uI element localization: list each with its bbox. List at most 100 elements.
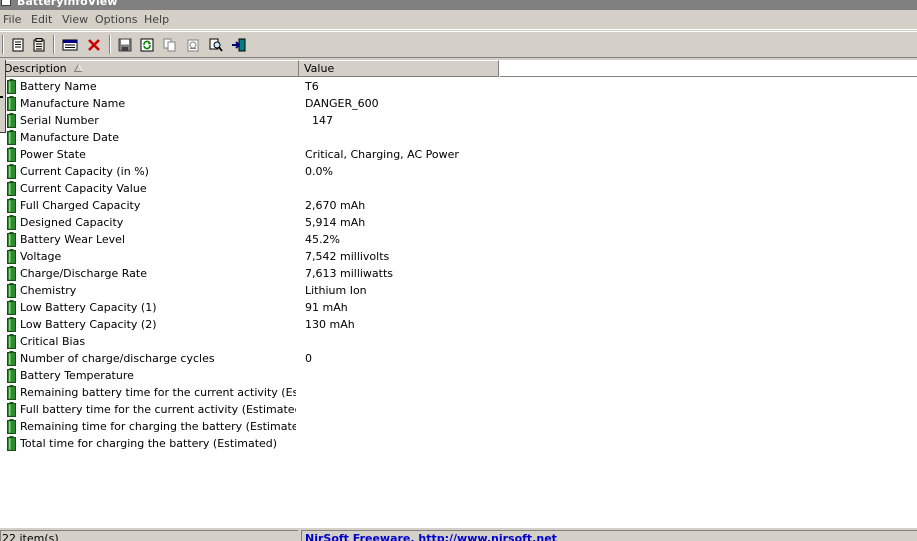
row-description: Low Battery Capacity (2) [20, 318, 157, 331]
row-description: Full battery time for the current activi… [20, 403, 296, 416]
report-icon[interactable] [29, 35, 49, 55]
row-description: Battery Wear Level [20, 233, 126, 246]
status-nirsoft-link[interactable]: NirSoft Freeware. http://www.nirsoft.net [301, 530, 917, 541]
battery-icon [7, 317, 16, 332]
row-value: DANGER_600 [305, 97, 379, 110]
battery-icon [7, 436, 16, 451]
toolbar-separator [53, 35, 55, 54]
menu-options[interactable]: Options [95, 13, 137, 27]
row-description: Remaining battery time for the current a… [20, 386, 296, 399]
list-item[interactable]: Voltage 7,542 millivolts [0, 248, 917, 265]
menu-help[interactable]: Help [144, 13, 169, 27]
column-header-description[interactable]: Description [0, 60, 299, 77]
row-value: 2,670 mAh [305, 199, 366, 212]
battery-icon [7, 385, 16, 400]
copy-icon[interactable] [160, 35, 180, 55]
list-item[interactable]: Critical Bias [0, 333, 917, 350]
save-icon[interactable] [115, 35, 135, 55]
list-item[interactable]: Current Capacity (in %) 0.0% [0, 163, 917, 180]
battery-icon [7, 300, 16, 315]
battery-icon [7, 283, 16, 298]
list-rows: Battery Name T6 Manufacture Name DANGER_600… [0, 78, 917, 452]
title-bar: BatteryInfoView [0, 0, 917, 10]
battery-icon [7, 113, 16, 128]
list-item[interactable]: Number of charge/discharge cycles 0 [0, 350, 917, 367]
list-item[interactable]: Full Charged Capacity 2,670 mAh [0, 197, 917, 214]
row-value: T6 [305, 80, 319, 93]
menu-edit[interactable]: Edit [31, 13, 52, 27]
list-item[interactable]: Remaining battery time for the current a… [0, 384, 917, 401]
delete-icon[interactable] [84, 35, 104, 55]
list-item[interactable]: Battery Name T6 [0, 78, 917, 95]
row-description: Designed Capacity [20, 216, 124, 229]
list-item[interactable]: Low Battery Capacity (1) 91 mAh [0, 299, 917, 316]
list-item[interactable]: Remaining time for charging the battery … [0, 418, 917, 435]
menu-view[interactable]: View [62, 13, 88, 27]
row-description: Critical Bias [20, 335, 86, 348]
menu-bar: File Edit View Options Help [0, 10, 917, 30]
list-item[interactable]: Manufacture Date [0, 129, 917, 146]
row-description: Total time for charging the battery (Est… [20, 437, 278, 450]
window-icon[interactable] [60, 35, 80, 55]
row-description: Battery Temperature [20, 369, 134, 382]
list-item[interactable]: Current Capacity Value [0, 180, 917, 197]
column-header-value[interactable]: Value [299, 60, 499, 77]
toolbar-separator [2, 35, 4, 54]
list-item[interactable]: Designed Capacity 5,914 mAh [0, 214, 917, 231]
row-description: Full Charged Capacity [20, 199, 141, 212]
battery-icon [7, 215, 16, 230]
row-description: Power State [20, 148, 86, 161]
status-bar: 22 item(s) NirSoft Freeware. http://www.… [0, 527, 917, 541]
refresh-icon[interactable] [137, 35, 157, 55]
row-description: Manufacture Date [20, 131, 119, 144]
row-description: Battery Name [20, 80, 97, 93]
list-item[interactable]: Battery Wear Level 45.2% [0, 231, 917, 248]
battery-icon [7, 232, 16, 247]
row-value: 147 [305, 114, 333, 127]
list-item[interactable]: Battery Temperature [0, 367, 917, 384]
battery-icon [7, 368, 16, 383]
list-item[interactable]: Total time for charging the battery (Est… [0, 435, 917, 452]
row-value: Lithium Ion [305, 284, 367, 297]
row-value: 45.2% [305, 233, 340, 246]
menu-file[interactable]: File [3, 13, 21, 27]
sort-ascending-icon [74, 64, 83, 72]
row-description: Remaining time for charging the battery … [20, 420, 296, 433]
row-description: Chemistry [20, 284, 77, 297]
row-value: 0 [305, 352, 312, 365]
toolbar [0, 31, 917, 58]
row-value: Critical, Charging, AC Power [305, 148, 459, 161]
list-item[interactable]: Charge/Discharge Rate 7,613 milliwatts [0, 265, 917, 282]
app-icon [1, 0, 11, 6]
battery-icon [7, 147, 16, 162]
row-description: Low Battery Capacity (1) [20, 301, 157, 314]
header-filler-line [500, 76, 917, 77]
battery-icon [7, 79, 16, 94]
battery-icon [7, 266, 16, 281]
list-item[interactable]: Low Battery Capacity (2) 130 mAh [0, 316, 917, 333]
battery-icon [7, 402, 16, 417]
battery-icon [7, 181, 16, 196]
list-item[interactable]: Manufacture Name DANGER_600 [0, 95, 917, 112]
exit-icon[interactable] [229, 35, 249, 55]
row-description: Voltage [20, 250, 62, 263]
properties-icon[interactable] [8, 35, 28, 55]
list-item[interactable]: Chemistry Lithium Ion [0, 282, 917, 299]
list-item[interactable]: Serial Number 147 [0, 112, 917, 129]
battery-info-list[interactable]: Description Value Battery Name T6 Manufact… [0, 60, 917, 527]
row-description: Charge/Discharge Rate [20, 267, 147, 280]
list-item[interactable]: Full battery time for the current activi… [0, 401, 917, 418]
row-description: Current Capacity Value [20, 182, 147, 195]
toolbar-separator [109, 35, 111, 54]
list-header: Description Value [0, 60, 499, 77]
row-value: 7,542 millivolts [305, 250, 390, 263]
find-icon[interactable] [206, 35, 226, 55]
row-description: Serial Number [20, 114, 99, 127]
battery-icon [7, 96, 16, 111]
html-report-icon[interactable] [183, 35, 203, 55]
window-title: BatteryInfoView [17, 0, 118, 8]
row-value: 91 mAh [305, 301, 348, 314]
row-description: Manufacture Name [20, 97, 126, 110]
row-value: 130 mAh [305, 318, 355, 331]
list-item[interactable]: Power State Critical, Charging, AC Power [0, 146, 917, 163]
